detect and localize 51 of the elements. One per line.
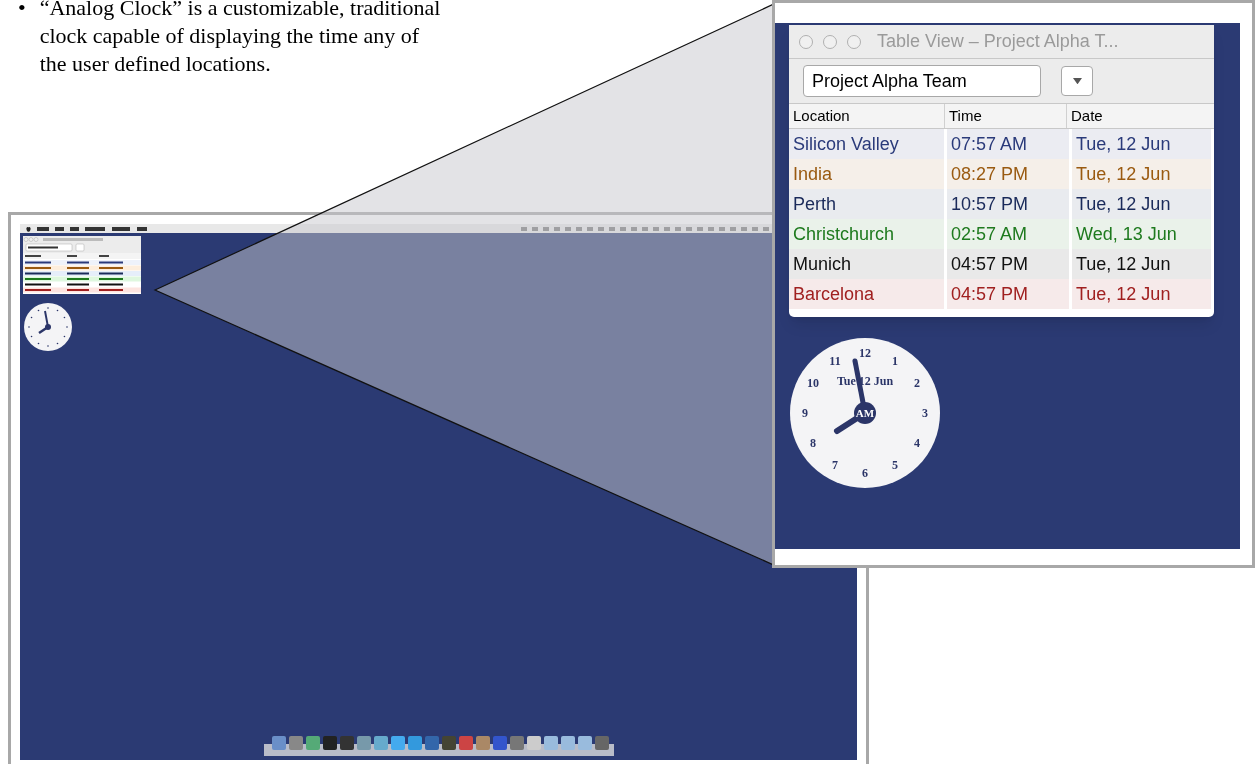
apple-icon[interactable] [26,225,31,232]
clock-numeral: 11 [829,354,841,369]
analog-clock-icon [23,302,73,352]
clock-period: AM [855,407,875,419]
clock-numeral: 2 [913,376,920,390]
table-cell: India [789,159,944,189]
table-cell: Perth [789,189,944,219]
table-cell: 04:57 PM [947,249,1069,279]
window-control-icon[interactable] [799,34,813,49]
table-cell: 04:57 PM [947,279,1069,309]
table-cell: 07:57 AM [947,129,1069,159]
window-title: Table View – Project Alpha T... [877,30,1119,53]
caret-icon [1072,77,1082,85]
clock-numeral: 1 [892,354,898,369]
clock-numeral: 6 [862,466,868,480]
bullet-marker: • [18,0,26,22]
column-header[interactable]: Location [789,104,944,128]
table-cell: Tue, 12 Jun [1072,249,1211,279]
clock-numeral: 8 [810,436,817,450]
table-cell: 10:57 PM [947,189,1069,219]
table-cell: 02:57 AM [947,219,1069,249]
window-control-icon[interactable] [823,34,837,49]
table-row[interactable]: Perth 10:57 PM Tue, 12 Jun [789,189,1214,219]
column-header[interactable]: Date [1066,104,1214,128]
table-cell: Barcelona [789,279,944,309]
clock-numeral: 7 [832,457,838,472]
clock-numeral: 9 [802,406,808,420]
table-cell: Wed, 13 Jun [1072,219,1211,249]
clock-numeral: 3 [922,406,928,420]
popup-button[interactable]: Project Alpha Team [803,65,1041,97]
window-control-icon[interactable] [847,34,861,49]
clock-numeral: 4 [913,436,920,450]
column-header[interactable]: Time [944,104,1066,128]
table-row[interactable]: Barcelona 04:57 PM Tue, 12 Jun [789,279,1214,309]
clock-numeral: 5 [892,457,898,472]
bullet-text: “Analog Clock” is a customizable, traditional clock capable of displaying the time any of the user defined locations. [39,0,442,78]
dropdown-button[interactable] [1061,66,1093,96]
table-cell: 08:27 PM [947,159,1069,189]
table-cell: Tue, 12 Jun [1072,159,1211,189]
table-cell: Tue, 12 Jun [1072,189,1211,219]
table-row[interactable]: Christchurch 02:57 AM Wed, 13 Jun [789,219,1214,249]
table-row[interactable]: Munich 04:57 PM Tue, 12 Jun [789,249,1214,279]
table-cell: Silicon Valley [789,129,944,159]
table-row[interactable]: India 08:27 PM Tue, 12 Jun [789,159,1214,189]
table-cell: Tue, 12 Jun [1072,129,1211,159]
table-cell: Christchurch [789,219,944,249]
clock-numeral: 12 [859,346,871,360]
table-cell: Munich [789,249,944,279]
table-row[interactable]: Silicon Valley 07:57 AM Tue, 12 Jun [789,129,1214,159]
clock-numeral: 10 [807,376,820,390]
table-cell: Tue, 12 Jun [1072,279,1211,309]
